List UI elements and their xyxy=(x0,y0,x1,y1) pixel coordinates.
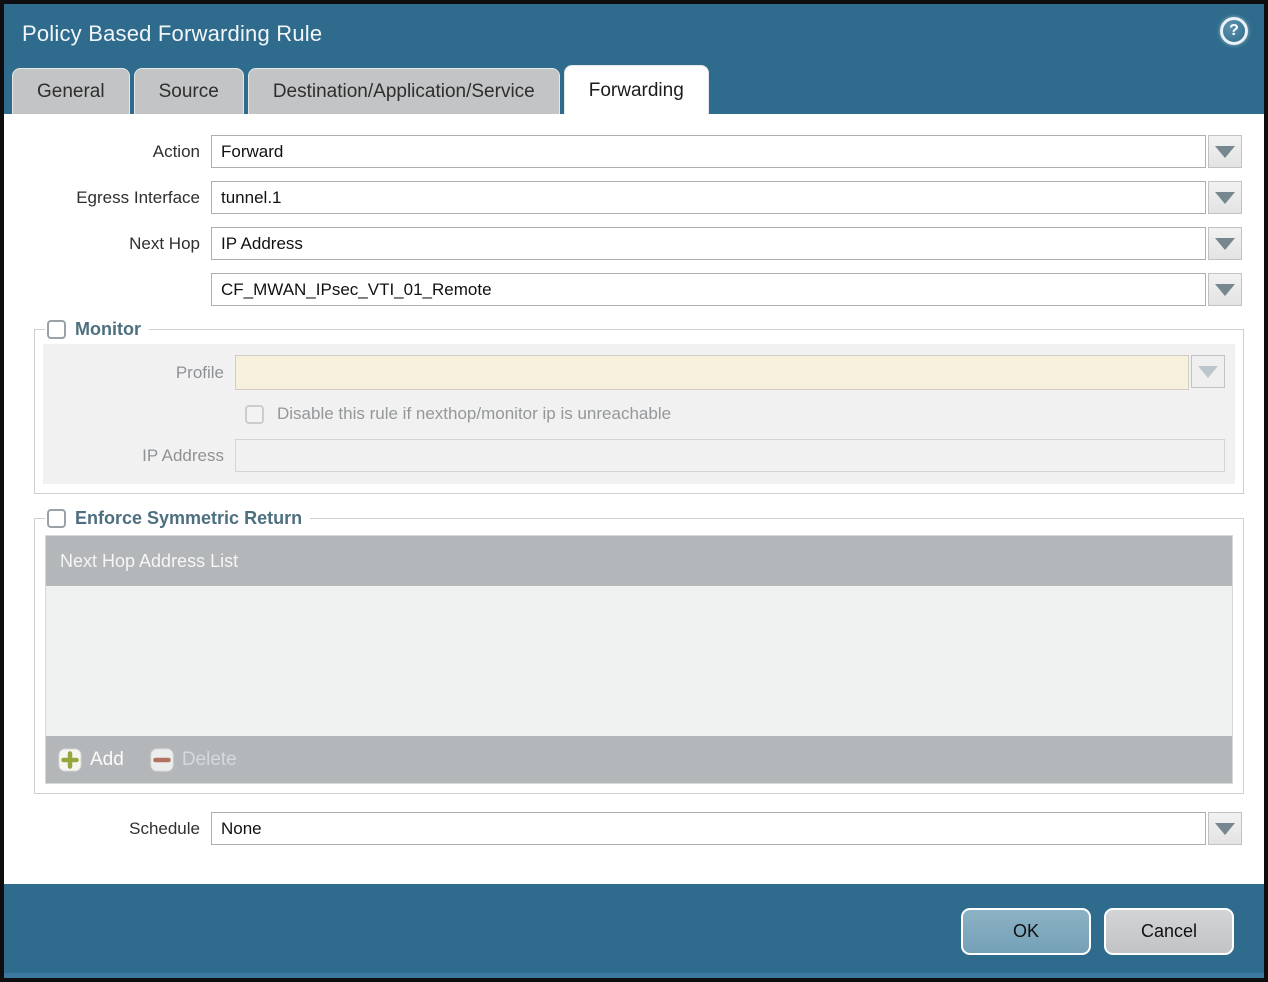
enforce-symmetric-return-fieldset: Enforce Symmetric Return Next Hop Addres… xyxy=(34,508,1244,794)
chevron-down-icon xyxy=(1215,145,1235,158)
enforce-symmetric-return-checkbox[interactable] xyxy=(47,509,66,528)
next-hop-address-select[interactable]: CF_MWAN_IPsec_VTI_01_Remote xyxy=(211,273,1206,306)
tab-bar: General Source Destination/Application/S… xyxy=(4,64,1264,114)
egress-interface-dropdown-button[interactable] xyxy=(1208,181,1242,214)
next-hop-combo: IP Address xyxy=(211,227,1242,260)
profile-select xyxy=(235,355,1189,390)
action-label: Action xyxy=(152,141,200,161)
egress-interface-combo: tunnel.1 xyxy=(211,181,1242,214)
add-button[interactable]: Add xyxy=(58,748,124,772)
ok-button[interactable]: OK xyxy=(961,907,1091,955)
schedule-combo: None xyxy=(211,812,1242,845)
enforce-symmetric-return-title: Enforce Symmetric Return xyxy=(75,508,303,528)
action-combo: Forward xyxy=(211,135,1242,168)
action-dropdown-button[interactable] xyxy=(1208,135,1242,168)
chevron-down-icon xyxy=(1215,191,1235,204)
minus-icon xyxy=(150,748,174,771)
chevron-down-icon xyxy=(1198,365,1218,378)
delete-button-label: Delete xyxy=(181,748,237,770)
next-hop-row: Next Hop IP Address xyxy=(4,227,1242,260)
next-hop-address-dropdown-button[interactable] xyxy=(1208,273,1242,306)
tab-source[interactable]: Source xyxy=(133,68,244,114)
monitor-ip-address-input xyxy=(235,439,1225,472)
next-hop-address-row: CF_MWAN_IPsec_VTI_01_Remote xyxy=(4,273,1242,306)
egress-interface-label: Egress Interface xyxy=(76,187,200,207)
monitor-ip-address-label: IP Address xyxy=(142,445,224,465)
monitor-panel: Profile Disable this rule if nexthop/mon… xyxy=(43,344,1235,484)
forwarding-tab-panel: Action Forward Egress Interface tunnel.1… xyxy=(4,114,1264,884)
dialog-title: Policy Based Forwarding Rule xyxy=(22,21,323,46)
dialog-footer: OK Cancel xyxy=(4,884,1264,978)
disable-rule-row: Disable this rule if nexthop/monitor ip … xyxy=(43,404,1235,424)
schedule-dropdown-button[interactable] xyxy=(1208,812,1242,845)
tab-general[interactable]: General xyxy=(12,68,130,114)
schedule-row: Schedule None xyxy=(4,812,1242,845)
egress-interface-select[interactable]: tunnel.1 xyxy=(211,181,1206,214)
next-hop-address-list-toolbar: Add Delete xyxy=(46,736,1232,783)
schedule-select[interactable]: None xyxy=(211,812,1206,845)
profile-row: Profile xyxy=(43,355,1235,390)
monitor-checkbox[interactable] xyxy=(47,320,66,339)
help-icon[interactable]: ? xyxy=(1220,17,1248,45)
disable-rule-label: Disable this rule if nexthop/monitor ip … xyxy=(277,404,672,423)
action-select[interactable]: Forward xyxy=(211,135,1206,168)
disable-rule-checkbox xyxy=(245,404,264,424)
profile-label: Profile xyxy=(175,362,224,382)
chevron-down-icon xyxy=(1215,237,1235,250)
monitor-ip-address-row: IP Address xyxy=(43,439,1235,472)
profile-combo xyxy=(235,355,1225,390)
monitor-legend: Monitor xyxy=(45,319,149,340)
delete-button: Delete xyxy=(150,748,237,772)
cancel-button[interactable]: Cancel xyxy=(1104,907,1234,955)
schedule-label: Schedule xyxy=(129,818,200,838)
next-hop-select[interactable]: IP Address xyxy=(211,227,1206,260)
egress-interface-row: Egress Interface tunnel.1 xyxy=(4,181,1242,214)
next-hop-dropdown-button[interactable] xyxy=(1208,227,1242,260)
action-row: Action Forward xyxy=(4,135,1242,168)
monitor-fieldset: Monitor Profile Disable this rule if nex… xyxy=(34,319,1244,494)
next-hop-address-list-table: Next Hop Address List Add Delete xyxy=(45,535,1233,784)
add-button-label: Add xyxy=(90,748,124,770)
plus-icon xyxy=(58,748,82,771)
tab-destination-application-service[interactable]: Destination/Application/Service xyxy=(247,68,560,114)
next-hop-address-list-header: Next Hop Address List xyxy=(46,536,1232,586)
policy-based-forwarding-rule-dialog: Policy Based Forwarding Rule ? General S… xyxy=(0,0,1268,982)
chevron-down-icon xyxy=(1215,822,1235,835)
next-hop-address-list-body[interactable] xyxy=(46,586,1232,736)
monitor-title: Monitor xyxy=(75,319,141,339)
footer-accent-strip xyxy=(4,973,1264,978)
chevron-down-icon xyxy=(1215,283,1235,296)
tab-forwarding[interactable]: Forwarding xyxy=(563,65,709,114)
dialog-titlebar: Policy Based Forwarding Rule ? xyxy=(4,4,1264,64)
enforce-symmetric-return-legend: Enforce Symmetric Return xyxy=(45,508,310,529)
profile-dropdown-button xyxy=(1191,355,1225,388)
next-hop-address-combo: CF_MWAN_IPsec_VTI_01_Remote xyxy=(211,273,1242,306)
next-hop-label: Next Hop xyxy=(129,233,200,253)
